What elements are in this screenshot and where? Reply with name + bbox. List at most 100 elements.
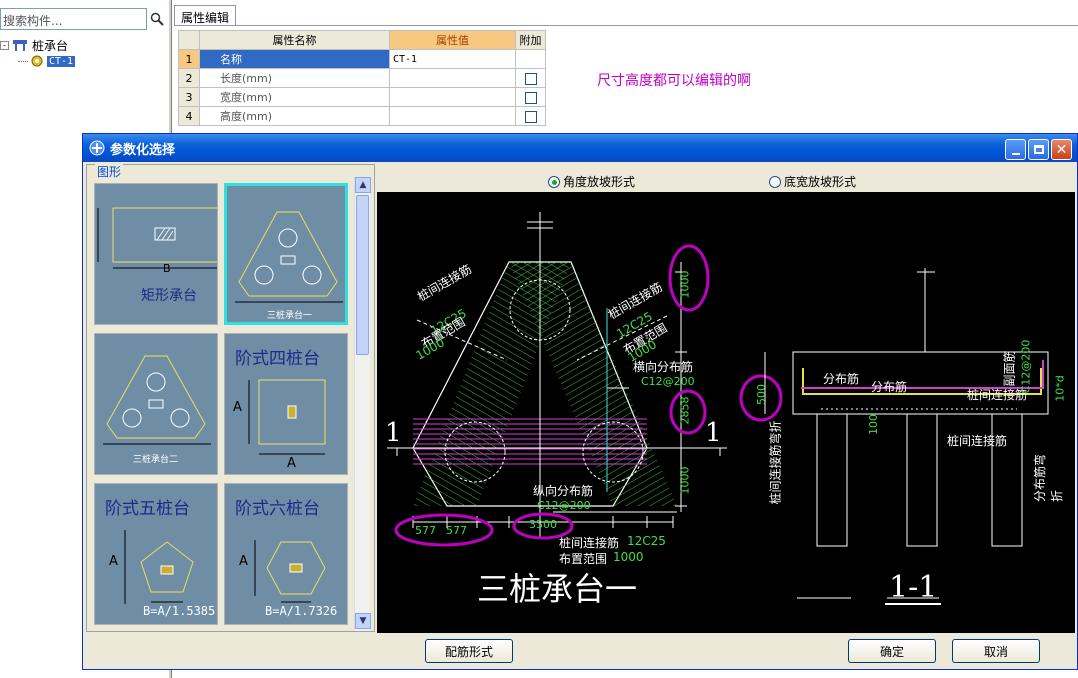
drawing-title-section: 1-1 [889, 570, 938, 605]
dim-577-a: 577 [415, 524, 436, 537]
extra-cell [515, 68, 546, 88]
search-placeholder: 搜索构件... [3, 14, 63, 28]
cancel-button[interactable]: 取消 [952, 639, 1040, 663]
minimize-icon [1011, 152, 1020, 155]
section-label-c12-200: C12@200 [1019, 339, 1033, 394]
thumb-rect-label: 矩形承台 [141, 288, 197, 304]
label-12c25-bottom: 12C25 [627, 534, 666, 548]
section-mark-left: 1 [385, 418, 402, 448]
prop-value[interactable] [389, 106, 516, 126]
prop-name: 名称 [199, 49, 390, 69]
close-button[interactable]: ✕ [1051, 139, 1072, 160]
header-value: 属性值 [389, 30, 516, 50]
prop-value[interactable] [389, 87, 516, 107]
minimize-button[interactable] [1005, 139, 1026, 160]
dim-577-b: 577 [446, 524, 467, 537]
label-pile-bar-bottom: 桩间连接筋 [559, 536, 620, 550]
corner-cell [178, 30, 200, 50]
radio-width-slope[interactable]: 底宽放坡形式 [769, 173, 856, 190]
section-label-dist1: 分布筋 [823, 372, 860, 386]
tree-item-label: CT-1 [47, 55, 76, 67]
section-label-pile-bar2: 桩间连接筋 [947, 434, 1008, 448]
tree-root-label: 桩承台 [32, 38, 69, 53]
tree-item-ct1[interactable]: CT-1 [18, 53, 76, 69]
rebar-band-left [413, 262, 571, 506]
label-long-dist: 纵向分布筋 [533, 484, 594, 498]
thumb-step5-dim-a: A [109, 554, 118, 569]
dialog-app-icon [89, 140, 105, 156]
extra-cell [515, 106, 546, 126]
scroll-down-icon[interactable]: ▼ [355, 613, 371, 629]
section-pile-left [816, 413, 848, 547]
row-number: 4 [178, 106, 200, 126]
section-dim-500: 500 [755, 384, 768, 405]
radio-width-dot[interactable] [769, 175, 781, 188]
extra-cell [515, 49, 546, 69]
tree-root[interactable]: - 桩承台 [0, 37, 75, 53]
table-row[interactable]: 1 名称 CT-1 [178, 49, 546, 69]
dialog-title: 参数化选择 [110, 142, 176, 158]
section-label-dist2: 分布筋 [871, 380, 908, 394]
radio-width-label: 底宽放坡形式 [784, 175, 857, 189]
thumb-tri1-label: 三桩承台一 [267, 311, 313, 321]
thumb-step5-cap[interactable]: 阶式五桩台 A B=A/1.5385 [94, 483, 218, 625]
dialog-titlebar[interactable]: 参数化选择 ✕ [83, 134, 1077, 162]
dim-3300: 3300 [529, 518, 557, 531]
prop-name: 宽度(mm) [199, 87, 390, 107]
label-range-bottom: 布置范围 [559, 552, 608, 566]
extra-checkbox[interactable] [524, 110, 537, 123]
tab-divider [174, 25, 1078, 26]
highlight-577 [394, 513, 494, 547]
thumb-rect-cap[interactable]: B 矩形承台 [94, 183, 218, 325]
section-label-left-vert: 桩间连接筋弯折 [768, 420, 783, 505]
maximize-button[interactable] [1028, 139, 1049, 160]
table-row[interactable]: 3 宽度(mm) [178, 87, 546, 107]
collapse-icon[interactable]: - [0, 40, 9, 50]
property-table: 属性名称 属性值 附加 1 名称 CT-1 2 长度(mm) 3 宽度(mm) … [178, 30, 546, 126]
thumb-tri-cap-1[interactable]: 三桩承台一 [224, 183, 348, 325]
prop-value[interactable] [389, 68, 516, 88]
shape-group-label: 图形 [95, 163, 124, 180]
label-hz-dist: 横向分布筋 [633, 360, 694, 374]
thumb-step4-dim-a2: A [287, 456, 296, 471]
search-icon[interactable] [148, 10, 166, 28]
thumb-step4-dim-a: A [233, 400, 242, 415]
row-number: 3 [178, 87, 200, 107]
thumb-step6-cap[interactable]: 阶式六桩台 A B=A/1.7326 [224, 483, 348, 625]
search-input[interactable]: 搜索构件... [0, 8, 147, 30]
radio-angle-dot[interactable] [548, 175, 560, 188]
section-pile-mid [906, 413, 938, 547]
label-c12-200-a: C12@200 [641, 375, 695, 388]
radio-angle-slope[interactable]: 角度放坡形式 [548, 173, 635, 190]
prop-name: 高度(mm) [199, 106, 390, 126]
ok-button[interactable]: 确定 [848, 639, 936, 663]
prop-name: 长度(mm) [199, 68, 390, 88]
table-row[interactable]: 4 高度(mm) [178, 106, 546, 126]
row-number: 1 [178, 49, 200, 69]
dim-1000-bottom: 1000 [678, 466, 692, 495]
table-row[interactable]: 2 长度(mm) [178, 68, 546, 88]
scroll-up-icon[interactable]: ▲ [355, 177, 371, 193]
close-icon: ✕ [1055, 141, 1068, 158]
extra-checkbox[interactable] [524, 91, 537, 104]
extra-checkbox[interactable] [524, 72, 537, 85]
prop-value[interactable]: CT-1 [389, 49, 516, 69]
header-name: 属性名称 [199, 30, 390, 50]
gear-icon [31, 55, 43, 67]
maximize-icon [1033, 145, 1044, 154]
thumb-step5-formula: B=A/1.5385 [143, 604, 216, 618]
scroll-thumb[interactable] [356, 195, 369, 355]
thumb-tri-cap-2[interactable]: 三桩承台二 [94, 333, 218, 475]
section-dim-100: 100 [867, 414, 880, 435]
rebar-band-horizontal [413, 418, 647, 468]
thumb-step6-dim-a: A [239, 554, 248, 569]
extra-cell [515, 87, 546, 107]
label-c12-200-b: C12@200 [537, 499, 591, 512]
rebar-form-button[interactable]: 配筋形式 [425, 639, 513, 663]
thumb-step4-cap[interactable]: 阶式四桩台 A A [224, 333, 348, 475]
row-number: 2 [178, 68, 200, 88]
component-tree: - 桩承台 CT-1 [0, 37, 76, 69]
thumbs-scrollbar[interactable]: ▲ ▼ [354, 177, 371, 631]
pile-cap-icon [13, 40, 27, 51]
tab-property-edit[interactable]: 属性编辑 [174, 5, 237, 26]
